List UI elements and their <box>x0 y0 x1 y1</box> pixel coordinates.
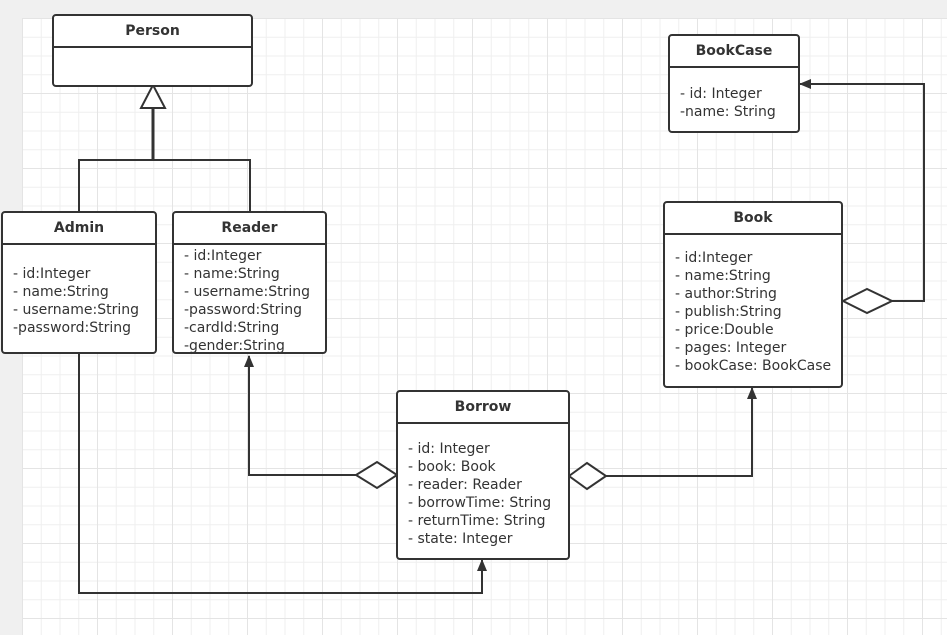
attribute: - id:Integer <box>675 250 753 266</box>
aggregation-diamond-icon <box>840 287 895 315</box>
class-reader-attributes: - id:Integer - name:String - username:St… <box>174 245 325 355</box>
attribute: - price:Double <box>675 322 774 338</box>
class-book[interactable]: Book - id:Integer - name:String - author… <box>663 201 843 388</box>
attribute: - name:String <box>13 284 109 300</box>
attribute: - returnTime: String <box>408 513 546 529</box>
attribute: -password:String <box>184 302 303 318</box>
class-borrow[interactable]: Borrow - id: Integer - book: Book - read… <box>396 390 570 560</box>
aggregation-borrow-reader[interactable] <box>244 355 399 490</box>
aggregation-borrow-book[interactable] <box>567 387 757 491</box>
attribute: -cardId:String <box>184 320 280 336</box>
class-bookcase-name: BookCase <box>670 36 798 68</box>
attribute: - author:String <box>675 286 777 302</box>
attribute: - username:String <box>13 302 139 318</box>
class-borrow-name: Borrow <box>398 392 568 424</box>
attribute: -name: String <box>680 104 776 120</box>
attribute: - id:Integer <box>184 248 262 264</box>
aggregation-diamond-icon <box>354 460 399 490</box>
class-book-attributes: - id:Integer - name:String - author:Stri… <box>665 235 841 375</box>
attribute: - bookCase: BookCase <box>675 358 832 374</box>
attribute: - id: Integer <box>680 86 762 102</box>
attribute: - name:String <box>675 268 771 284</box>
attribute: - publish:String <box>675 304 782 320</box>
class-admin-name: Admin <box>3 213 155 245</box>
inheritance-triangle-icon <box>139 82 167 109</box>
attribute: - id: Integer <box>408 441 490 457</box>
class-bookcase[interactable]: BookCase - id: Integer -name: String <box>668 34 800 133</box>
class-reader-name: Reader <box>174 213 325 245</box>
attribute: - name:String <box>184 266 280 282</box>
attribute: - state: Integer <box>408 531 513 547</box>
class-person[interactable]: Person <box>52 14 253 87</box>
aggregation-diamond-icon <box>567 461 608 491</box>
class-book-name: Book <box>665 203 841 235</box>
class-reader[interactable]: Reader - id:Integer - name:String - user… <box>172 211 327 354</box>
class-borrow-attributes: - id: Integer - book: Book - reader: Rea… <box>398 424 568 548</box>
class-admin-attributes: - id:Integer - name:String - username:St… <box>3 245 155 337</box>
attribute: - id:Integer <box>13 266 91 282</box>
class-admin[interactable]: Admin - id:Integer - name:String - usern… <box>1 211 157 354</box>
generalization-admin-reader-person[interactable] <box>78 82 251 213</box>
attribute: - book: Book <box>408 459 496 475</box>
attribute: -gender:String <box>184 338 285 354</box>
attribute: - borrowTime: String <box>408 495 552 511</box>
class-person-name: Person <box>54 16 251 48</box>
attribute: - reader: Reader <box>408 477 522 493</box>
class-bookcase-attributes: - id: Integer -name: String <box>670 68 798 121</box>
attribute: - pages: Integer <box>675 340 787 356</box>
attribute: - username:String <box>184 284 310 300</box>
attribute: -password:String <box>13 320 132 336</box>
